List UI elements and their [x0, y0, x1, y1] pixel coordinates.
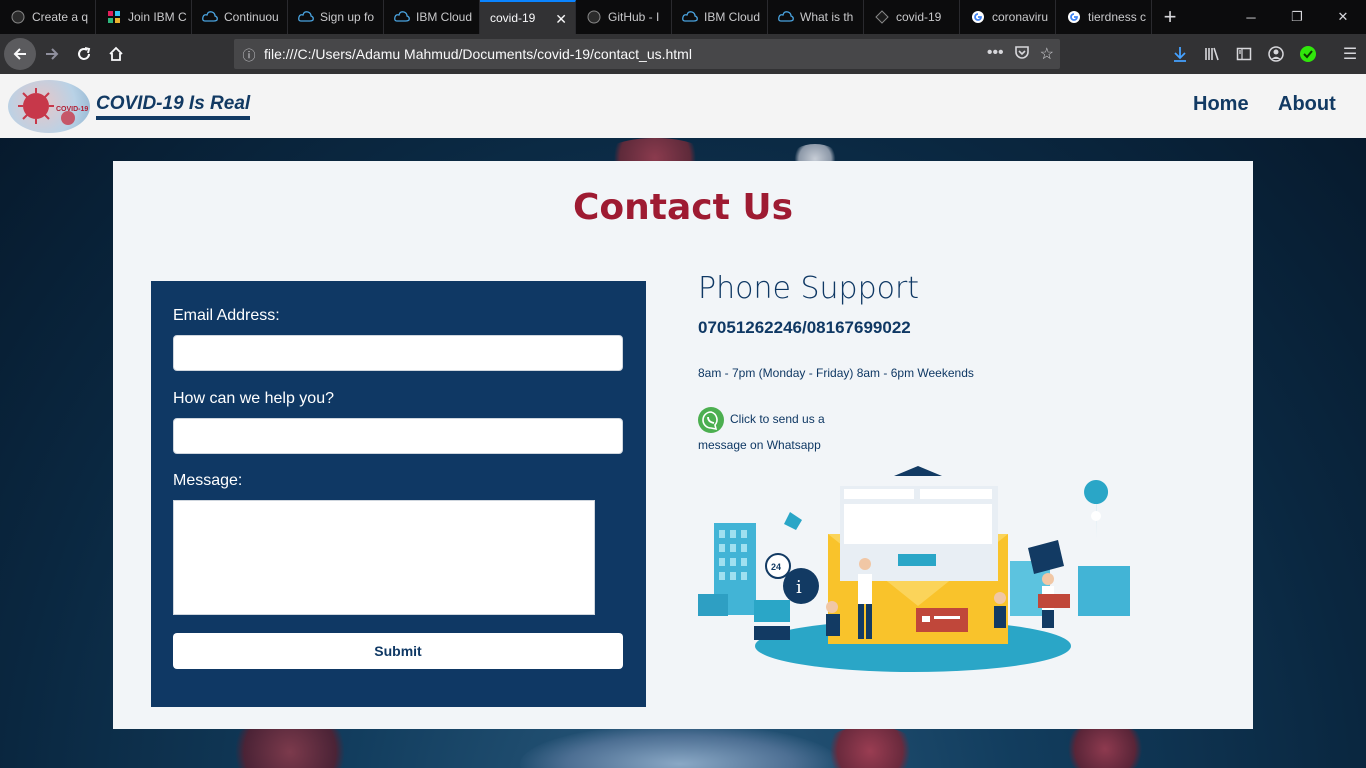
reload-icon: [78, 47, 91, 60]
tab-label: Create a q: [32, 10, 89, 24]
phone-support-title: Phone Support: [698, 271, 920, 306]
new-tab-button[interactable]: +: [1152, 0, 1188, 34]
tab[interactable]: coronaviru: [960, 0, 1056, 34]
sidebar-icon[interactable]: [1228, 46, 1260, 62]
background-virus-decoration: [820, 726, 920, 768]
close-tab-icon[interactable]: ✕: [555, 11, 567, 28]
minimize-icon[interactable]: ─: [1228, 0, 1274, 34]
ibm-cloud-icon: [682, 9, 698, 25]
restore-icon[interactable]: ❐: [1274, 0, 1320, 34]
nav-link-home[interactable]: Home: [1193, 93, 1249, 116]
svg-text:COVID-19: COVID-19: [56, 106, 88, 113]
forward-button[interactable]: [36, 38, 68, 70]
tab-label: Sign up fo: [320, 10, 375, 24]
extension-check-icon[interactable]: [1292, 45, 1324, 63]
home-button[interactable]: [100, 38, 132, 70]
google-icon: [1066, 9, 1082, 25]
reload-button[interactable]: [68, 38, 100, 70]
arrow-left-icon: [13, 48, 26, 60]
svg-text:i: i: [796, 577, 802, 598]
background-virus-decoration: [520, 724, 840, 768]
submit-button[interactable]: Submit: [173, 633, 623, 669]
site-logo-text[interactable]: COVID-19 Is Real: [96, 93, 251, 120]
menu-icon[interactable]: ☰: [1334, 44, 1366, 64]
tab[interactable]: IBM Cloud: [384, 0, 480, 34]
nav-link-about[interactable]: About: [1278, 93, 1336, 116]
message-textarea[interactable]: [173, 500, 595, 615]
covid-logo-image[interactable]: COVID-19: [8, 80, 90, 133]
tab-label: tierdness c: [1088, 10, 1147, 24]
account-icon[interactable]: [1260, 46, 1292, 62]
ibm-cloud-icon: [778, 9, 794, 25]
github-icon: [586, 9, 602, 25]
tab[interactable]: IBM Cloud: [672, 0, 768, 34]
whatsapp-link[interactable]: Click to send us a message on Whatsapp: [698, 407, 848, 458]
tab[interactable]: Create a q: [0, 0, 96, 34]
slack-icon: [106, 9, 122, 25]
github-icon: [874, 9, 890, 25]
tab-label: IBM Cloud: [704, 10, 761, 24]
help-field[interactable]: [173, 418, 623, 454]
contact-form: Email Address: How can we help you? Mess…: [151, 281, 646, 707]
tab-label: IBM Cloud: [416, 10, 473, 24]
home-icon: [109, 46, 123, 61]
url-bar[interactable]: ⓘ file:///C:/Users/Adamu Mahmud/Document…: [234, 39, 1060, 69]
browser-nav-bar: ⓘ file:///C:/Users/Adamu Mahmud/Document…: [0, 34, 1366, 74]
tab[interactable]: covid-19: [864, 0, 960, 34]
ibm-cloud-icon: [202, 9, 218, 25]
tab[interactable]: Sign up fo: [288, 0, 384, 34]
tab[interactable]: Continuou: [192, 0, 288, 34]
download-icon[interactable]: [1164, 46, 1196, 62]
browser-tab-bar: Create a q Join IBM C Continuou Sign up …: [0, 0, 1366, 34]
window-controls: ─ ❐ ✕: [1228, 0, 1366, 34]
support-hours: 8am - 7pm (Monday - Friday) 8am - 6pm We…: [698, 366, 974, 380]
svg-text:24: 24: [771, 562, 781, 572]
page-viewport: COVID-19 COVID-19 Is Real Home About Con…: [0, 74, 1366, 768]
pocket-icon[interactable]: [1014, 44, 1030, 65]
more-actions-icon[interactable]: •••: [987, 44, 1004, 65]
tab[interactable]: tierdness c: [1056, 0, 1152, 34]
tab[interactable]: GitHub - I: [576, 0, 672, 34]
help-label: How can we help you?: [173, 390, 334, 407]
url-text[interactable]: file:///C:/Users/Adamu Mahmud/Documents/…: [264, 46, 987, 62]
tab-label: covid-19: [896, 10, 942, 24]
tab-active[interactable]: covid-19 ✕: [480, 0, 576, 34]
library-icon[interactable]: [1196, 46, 1228, 62]
contact-card: Contact Us Email Address: How can we hel…: [113, 161, 1253, 729]
tab[interactable]: What is th: [768, 0, 864, 34]
tab-label: covid-19: [490, 11, 536, 25]
site-header: COVID-19 COVID-19 Is Real Home About: [0, 74, 1366, 138]
contact-illustration: i 24: [698, 466, 1132, 672]
phone-numbers: 07051262246/08167699022: [698, 318, 911, 337]
arrow-right-icon: [46, 48, 59, 60]
bookmark-star-icon[interactable]: ☆: [1040, 44, 1054, 65]
background-virus-decoration: [1060, 724, 1150, 768]
google-icon: [970, 9, 986, 25]
whatsapp-icon[interactable]: [698, 407, 724, 433]
page-title: Contact Us: [572, 187, 794, 228]
tab[interactable]: Join IBM C: [96, 0, 192, 34]
tab-label: GitHub - I: [608, 10, 660, 24]
message-label: Message:: [173, 472, 243, 489]
email-field[interactable]: [173, 335, 623, 371]
back-button[interactable]: [4, 38, 36, 70]
info-icon[interactable]: ⓘ: [234, 45, 264, 64]
tab-label: Continuou: [224, 10, 279, 24]
github-icon: [10, 9, 26, 25]
tab-label: What is th: [800, 10, 854, 24]
email-label: Email Address:: [173, 307, 280, 324]
tab-label: Join IBM C: [128, 10, 187, 24]
tab-label: coronaviru: [992, 10, 1049, 24]
ibm-cloud-icon: [394, 9, 410, 25]
ibm-cloud-icon: [298, 9, 314, 25]
close-window-icon[interactable]: ✕: [1320, 0, 1366, 34]
